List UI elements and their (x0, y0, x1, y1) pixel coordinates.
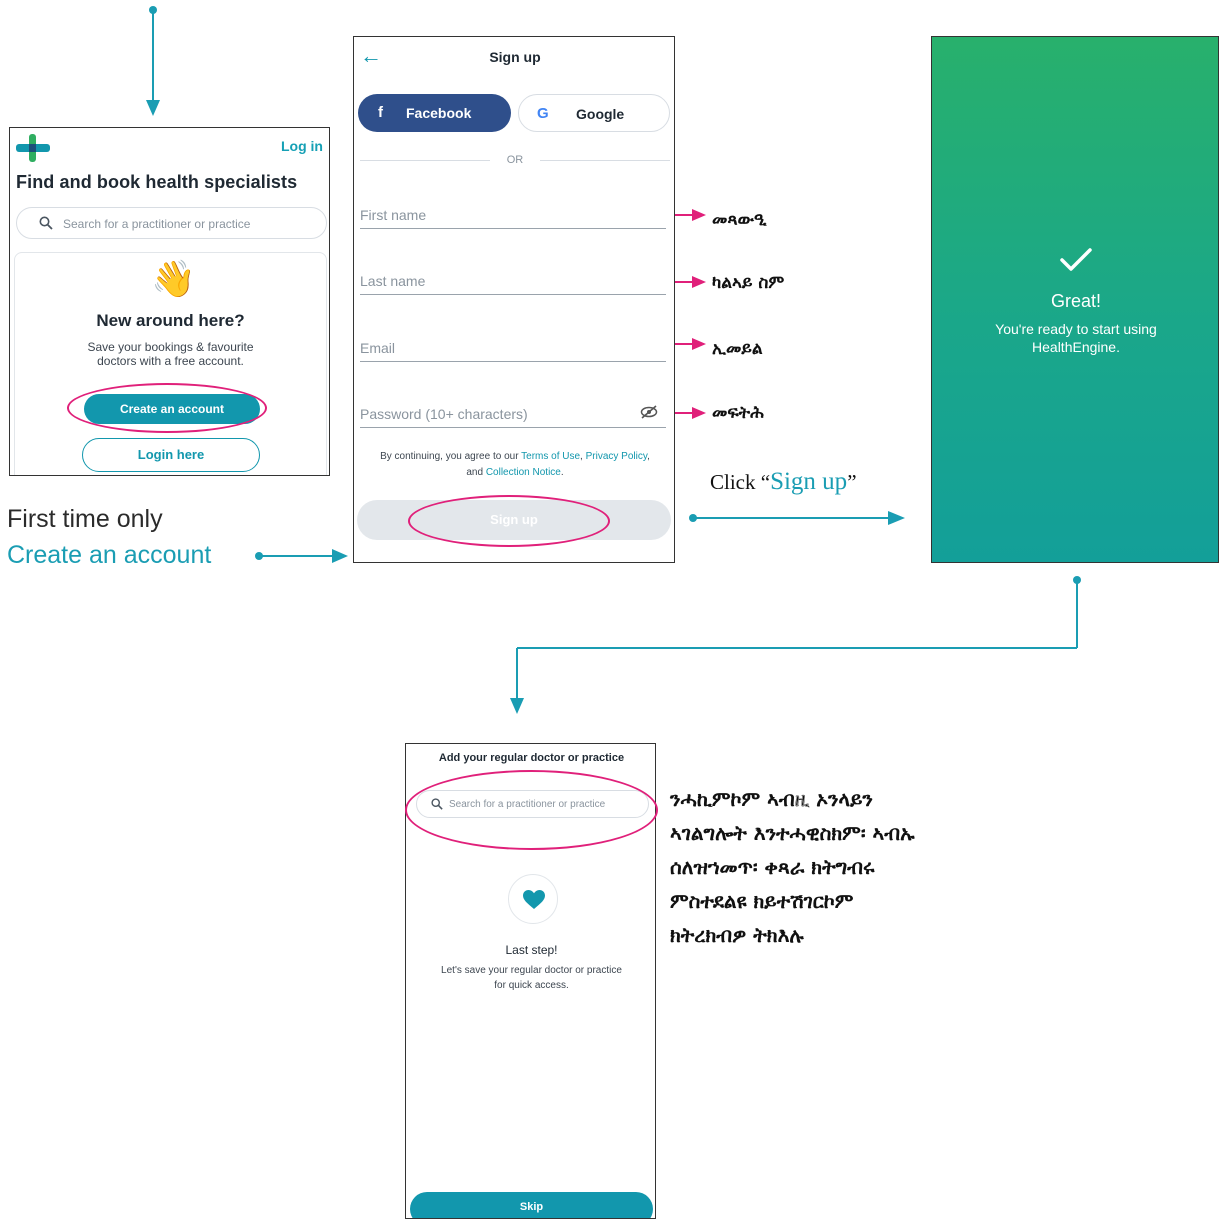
login-link[interactable]: Log in (281, 138, 323, 154)
email-translation: ኢመይል (712, 339, 763, 359)
note-line: ንሓኪምኮም ኣብዚ ኦንላይን (670, 787, 873, 811)
facebook-button[interactable]: f Facebook (358, 94, 511, 132)
add-doctor-title: Add your regular doctor or practice (438, 752, 625, 764)
success-message-line: HealthEngine. (1032, 339, 1120, 355)
click-suffix: ” (847, 470, 857, 494)
collection-notice-link[interactable]: Collection Notice (486, 467, 561, 478)
note-line: ኣገልግሎት እንተሓዊስክም፡ ኣብኡ (670, 821, 915, 845)
last-step-title: Last step! (505, 943, 558, 957)
terms-end: . (560, 467, 564, 478)
waving-hand-icon: 👋 (151, 258, 196, 299)
google-label: Google (576, 106, 625, 122)
first-name-placeholder: First name (360, 207, 427, 223)
page-title: Find and book health specialists (16, 172, 298, 192)
signup-screen: ← Sign up f Facebook G Google OR First n… (353, 36, 675, 563)
instruction-note: ንሓኪምኮም ኣብዚ ኦንላይን ኣገልግሎት እንተሓዊስክም፡ ኣብኡ ሰለ… (670, 782, 1150, 952)
terms-prefix: By continuing, you agree to our (380, 451, 522, 462)
eye-hidden-icon[interactable] (640, 404, 658, 420)
welcome-title: New around here? (96, 311, 245, 330)
first-name-field[interactable]: First name (360, 203, 666, 229)
success-title: Great! (1050, 291, 1102, 311)
email-field[interactable]: Email (360, 336, 666, 362)
google-button[interactable]: G Google (518, 94, 670, 132)
password-field[interactable]: Password (10+ characters) (360, 402, 666, 428)
terms-notice: By continuing, you agree to our Terms of… (354, 449, 674, 481)
search-input[interactable]: Search for a practitioner or practice (16, 207, 327, 239)
skip-button[interactable]: Skip (410, 1192, 653, 1218)
note-line: ምስተደልዩ ክይተሽገርኮም (670, 889, 854, 913)
note-line: ሰለዝኀመጥ፡ ቀጻራ ክትግብሩ (670, 855, 875, 879)
divider-line (540, 160, 670, 161)
last-step-subtitle-line: Let's save your regular doctor or practi… (441, 965, 622, 976)
google-icon: G (537, 105, 549, 122)
success-screen: Great! You're ready to start using Healt… (931, 36, 1219, 563)
signup-title: Sign up (489, 49, 541, 65)
welcome-subtitle: Save your bookings & favourite doctors w… (10, 340, 329, 368)
click-prefix: Click “ (710, 470, 771, 494)
highlight-create-account (67, 383, 267, 433)
highlight-signup-button (408, 495, 610, 547)
facebook-icon: f (378, 104, 383, 121)
email-placeholder: Email (360, 340, 396, 356)
last-step-subtitle-line: for quick access. (494, 980, 569, 991)
login-here-button[interactable]: Login here (82, 438, 260, 472)
heart-badge (508, 874, 558, 924)
success-message: You're ready to start using HealthEngine… (932, 320, 1218, 356)
create-account-label: Create an account (7, 541, 212, 569)
welcome-subtitle-line: Save your bookings & favourite (87, 340, 254, 354)
password-translation: መፍትሕ (712, 403, 764, 423)
click-signup-instruction: Click “Sign up” (710, 468, 857, 496)
last-name-translation: ካልኣይ ስም (712, 273, 785, 293)
search-placeholder: Search for a practitioner or practice (63, 217, 251, 231)
highlight-doctor-search (405, 770, 658, 850)
brand-logo-icon (16, 134, 50, 162)
checkmark-icon (1060, 248, 1092, 271)
facebook-label: Facebook (406, 105, 472, 121)
terms-of-use-link[interactable]: Terms of Use (521, 451, 580, 462)
last-step-subtitle: Let's save your regular doctor or practi… (406, 963, 655, 993)
welcome-subtitle-line: doctors with a free account. (97, 354, 244, 368)
success-message-line: You're ready to start using (995, 321, 1157, 337)
last-name-field[interactable]: Last name (360, 269, 666, 295)
password-placeholder: Password (10+ characters) (360, 406, 528, 422)
click-signup-keyword: Sign up (770, 468, 848, 495)
heart-icon (523, 890, 545, 909)
note-line: ክትረክብዎ ትክእሉ (670, 923, 804, 947)
last-name-placeholder: Last name (360, 273, 426, 289)
first-name-translation: መጻውዒ (712, 210, 767, 230)
privacy-policy-link[interactable]: Privacy Policy (586, 451, 648, 462)
search-icon (39, 216, 53, 230)
first-time-label: First time only (7, 505, 163, 533)
